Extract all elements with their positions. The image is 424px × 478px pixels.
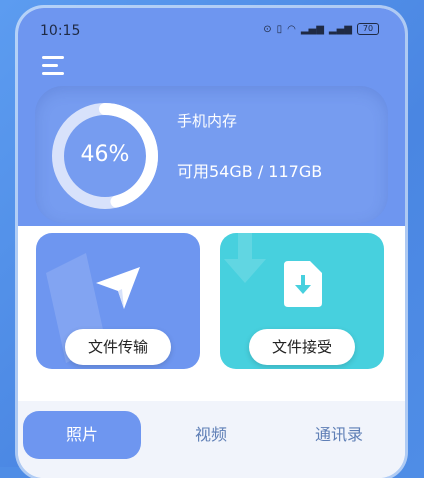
storage-percent: 46% <box>80 142 130 167</box>
vibrate-icon: ▯ <box>276 23 283 35</box>
wifi-icon: ◠ <box>287 23 296 35</box>
status-icons: ⊙ ▯ ◠ ▂▄▆ ▂▄▆ 70 <box>263 23 379 35</box>
tab-contacts[interactable]: 通讯录 <box>280 411 398 459</box>
decorative-shape <box>224 233 266 283</box>
nfc-icon: ⊙ <box>263 23 272 35</box>
storage-usage: 可用54GB / 117GB <box>177 162 323 181</box>
file-transfer-tile[interactable]: 文件传输 <box>36 233 200 369</box>
paper-plane-icon <box>96 267 140 309</box>
file-download-icon <box>284 261 322 307</box>
tab-photos[interactable]: 照片 <box>23 411 141 459</box>
header-area: 10:15 ⊙ ▯ ◠ ▂▄▆ ▂▄▆ 70 46% 手机内存 可用54GB /… <box>18 8 405 226</box>
signal-4g-icon: ▂▄▆ <box>328 23 352 35</box>
status-bar: 10:15 ⊙ ▯ ◠ ▂▄▆ ▂▄▆ 70 <box>18 8 405 40</box>
phone-screen: 10:15 ⊙ ▯ ◠ ▂▄▆ ▂▄▆ 70 46% 手机内存 可用54GB /… <box>18 8 405 478</box>
storage-card: 46% 手机内存 可用54GB / 117GB <box>35 86 388 223</box>
battery-icon: 70 <box>357 23 379 35</box>
file-receive-button[interactable]: 文件接受 <box>249 329 355 365</box>
storage-title: 手机内存 <box>177 112 238 130</box>
file-transfer-button[interactable]: 文件传输 <box>65 329 171 365</box>
hamburger-menu-icon[interactable] <box>42 56 66 76</box>
category-tabs: 照片 视频 通讯录 <box>18 401 405 478</box>
signal-5g-icon: ▂▄▆ <box>300 23 324 35</box>
status-time: 10:15 <box>40 23 81 39</box>
file-receive-tile[interactable]: 文件接受 <box>220 233 384 369</box>
tab-videos[interactable]: 视频 <box>152 411 270 459</box>
